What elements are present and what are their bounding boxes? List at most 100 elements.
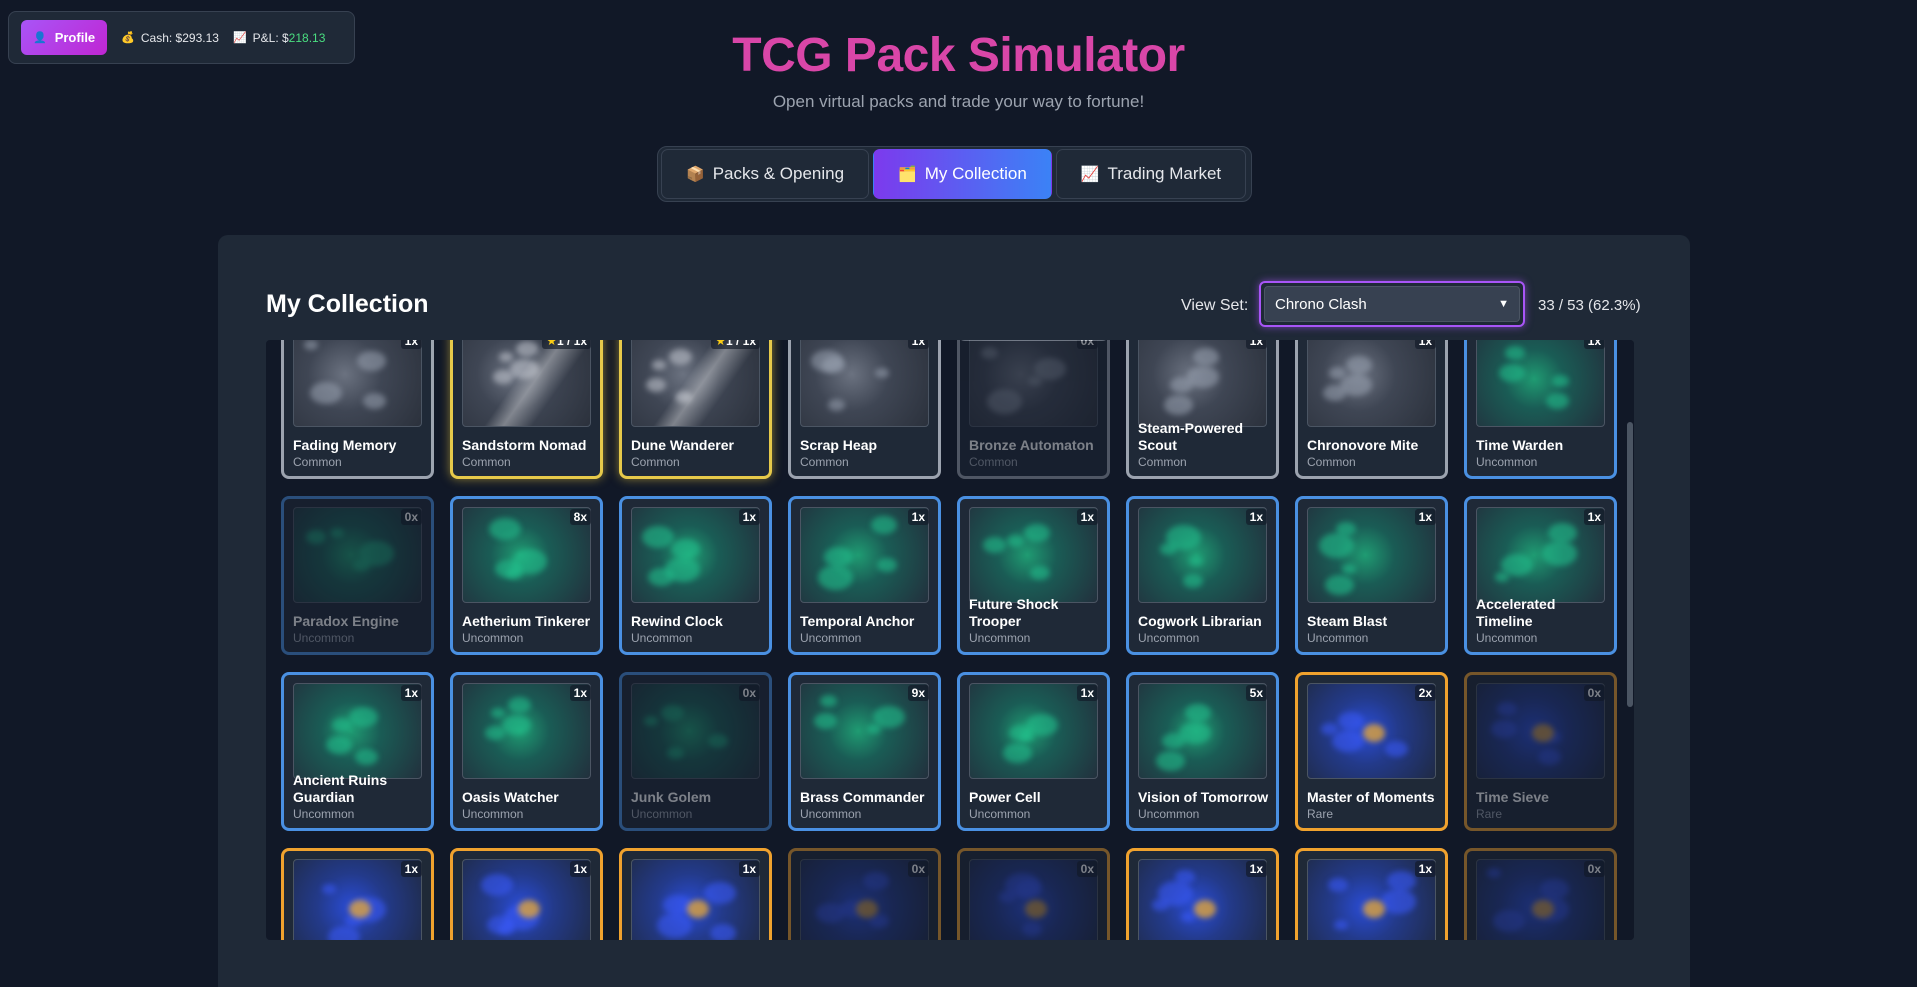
art-blob bbox=[648, 568, 674, 587]
set-select-value: Chrono Clash bbox=[1275, 295, 1367, 313]
art-blob bbox=[1328, 878, 1348, 892]
art-blob bbox=[1363, 724, 1385, 742]
card-tile[interactable]: 0x bbox=[957, 848, 1110, 940]
scrollbar[interactable] bbox=[1626, 340, 1634, 940]
tab-label: Packs & Opening bbox=[712, 164, 845, 183]
card-tile[interactable]: 1x Future Shock Trooper Uncommon bbox=[957, 496, 1110, 655]
art-blob bbox=[1189, 556, 1203, 566]
art-blob bbox=[1009, 725, 1032, 742]
card-tile[interactable]: 0x Time Sieve Rare bbox=[1464, 672, 1617, 831]
art-blob bbox=[487, 916, 513, 935]
card-tile[interactable]: 0x bbox=[1464, 848, 1617, 940]
art-blob bbox=[489, 518, 521, 541]
card-name: Future Shock Trooper bbox=[969, 596, 1059, 629]
card-tile[interactable]: 9x Brass Commander Uncommon bbox=[788, 672, 941, 831]
card-tile[interactable]: 1x Cogwork Librarian Uncommon bbox=[1126, 496, 1279, 655]
card-quantity-text: 1x bbox=[1587, 510, 1601, 524]
card-tile[interactable]: ★1 / 1x Sandstorm Nomad Common bbox=[450, 340, 603, 479]
art-blob bbox=[1156, 751, 1185, 772]
card-quantity: 2x bbox=[1414, 685, 1436, 701]
card-quantity-text: 0x bbox=[1080, 340, 1094, 348]
set-select[interactable]: Chrono Clash ▼ bbox=[1259, 281, 1525, 327]
card-tile[interactable]: 0x bbox=[788, 848, 941, 940]
card-art bbox=[631, 340, 760, 427]
art-blob bbox=[661, 705, 684, 722]
art-blob bbox=[1334, 920, 1348, 930]
art-blob bbox=[814, 713, 837, 730]
scrollbar-thumb[interactable] bbox=[1627, 422, 1633, 707]
art-blob bbox=[359, 541, 394, 566]
art-blob bbox=[1493, 910, 1525, 933]
art-blob bbox=[363, 393, 386, 410]
art-blob bbox=[987, 389, 1022, 414]
card-quantity: 0x bbox=[1076, 861, 1098, 877]
card-tile[interactable]: 1x Steam Blast Uncommon bbox=[1295, 496, 1448, 655]
page-subtitle: Open virtual packs and trade your way to… bbox=[772, 92, 1145, 111]
card-quantity: 1x bbox=[1583, 340, 1605, 349]
card-tile[interactable]: 1x Steam-Powered Scout Common bbox=[1126, 340, 1279, 479]
tab-trading-market[interactable]: 📈 Trading Market bbox=[1055, 149, 1247, 199]
tab-my-collection[interactable]: 🗂️ My Collection bbox=[873, 149, 1052, 199]
card-art bbox=[1307, 340, 1436, 427]
card-quantity-text: 1x bbox=[911, 340, 925, 348]
card-tile[interactable]: ★1 / 1x Dune Wanderer Common bbox=[619, 340, 772, 479]
card-quantity-text: 1x bbox=[1418, 862, 1432, 876]
card-quantity: 1x bbox=[400, 340, 422, 349]
card-quantity: 1x bbox=[1414, 509, 1436, 525]
art-blob bbox=[1546, 393, 1569, 410]
art-blob bbox=[1342, 564, 1356, 574]
card-tile[interactable]: 1x Power Cell Uncommon bbox=[957, 672, 1110, 831]
card-tile[interactable]: 0x Paradox Engine Uncommon bbox=[281, 496, 434, 655]
card-tile[interactable]: 5x Vision of Tomorrow Uncommon bbox=[1126, 672, 1279, 831]
card-quantity-text: 9x bbox=[911, 686, 925, 700]
card-quantity: 1x bbox=[1245, 509, 1267, 525]
card-tile[interactable]: 1x Fading Memory Common bbox=[281, 340, 434, 479]
card-quantity: 5x bbox=[1245, 685, 1267, 701]
art-blob bbox=[983, 537, 1006, 554]
card-quantity: 1x bbox=[1245, 340, 1267, 349]
card-name: Temporal Anchor bbox=[800, 613, 915, 629]
card-tile[interactable]: 1x Temporal Anchor Uncommon bbox=[788, 496, 941, 655]
card-rarity: Uncommon bbox=[1476, 455, 1538, 469]
view-set-label: View Set: bbox=[1181, 297, 1249, 314]
card-tile[interactable]: 1x Oasis Watcher Uncommon bbox=[450, 672, 603, 831]
tab-packs-opening[interactable]: 📦 Packs & Opening bbox=[661, 149, 870, 199]
card-quantity-text: 1x bbox=[1080, 510, 1094, 524]
card-rarity: Common bbox=[800, 455, 849, 469]
foil-shine bbox=[632, 340, 759, 426]
art-blob bbox=[1321, 723, 1338, 735]
card-tile[interactable]: 2x Master of Moments Rare bbox=[1295, 672, 1448, 831]
art-blob bbox=[856, 900, 878, 918]
card-rarity: Uncommon bbox=[631, 807, 693, 821]
card-tile[interactable]: 1x Rewind Clock Uncommon bbox=[619, 496, 772, 655]
art-blob bbox=[644, 716, 658, 726]
card-quantity: 0x bbox=[1583, 685, 1605, 701]
card-quantity: 1x bbox=[1076, 509, 1098, 525]
card-tile[interactable]: 1x Chronovore Mite Common bbox=[1295, 340, 1448, 479]
card-tile[interactable]: 8x Aetherium Tinkerer Uncommon bbox=[450, 496, 603, 655]
card-art bbox=[800, 340, 929, 427]
art-blob bbox=[355, 749, 378, 766]
card-tile[interactable]: 1x Time Warden Uncommon bbox=[1464, 340, 1617, 479]
card-tile[interactable]: 1x bbox=[1126, 848, 1279, 940]
card-tile[interactable]: 0x Junk Golem Uncommon bbox=[619, 672, 772, 831]
card-tile[interactable]: 1x bbox=[450, 848, 603, 940]
card-tile[interactable]: 1x Ancient Ruins Guardian Uncommon bbox=[281, 672, 434, 831]
card-tile[interactable]: 1x bbox=[619, 848, 772, 940]
card-tile[interactable]: 0x Bronze Automaton Common bbox=[957, 340, 1110, 479]
card-name: Time Sieve bbox=[1476, 789, 1549, 805]
card-quantity: 9x bbox=[907, 685, 929, 701]
card-tile[interactable]: 1x bbox=[281, 848, 434, 940]
card-rarity: Uncommon bbox=[1476, 631, 1538, 645]
card-grid-area[interactable]: 1x Fading Memory Common ★1 / 1x Sandstorm No… bbox=[266, 340, 1634, 940]
card-tile[interactable]: 1x Scrap Heap Common bbox=[788, 340, 941, 479]
card-tile[interactable]: 1x Accelerated Timeline Uncommon bbox=[1464, 496, 1617, 655]
card-rarity: Uncommon bbox=[969, 631, 1031, 645]
card-quantity-text: 1x bbox=[573, 686, 587, 700]
art-blob bbox=[502, 715, 531, 736]
art-blob bbox=[1548, 523, 1577, 544]
card-quantity-text: 1x bbox=[1249, 862, 1263, 876]
card-tile[interactable]: 1x bbox=[1295, 848, 1448, 940]
card-quantity-text: 1x bbox=[404, 340, 418, 348]
art-blob bbox=[1007, 535, 1024, 547]
